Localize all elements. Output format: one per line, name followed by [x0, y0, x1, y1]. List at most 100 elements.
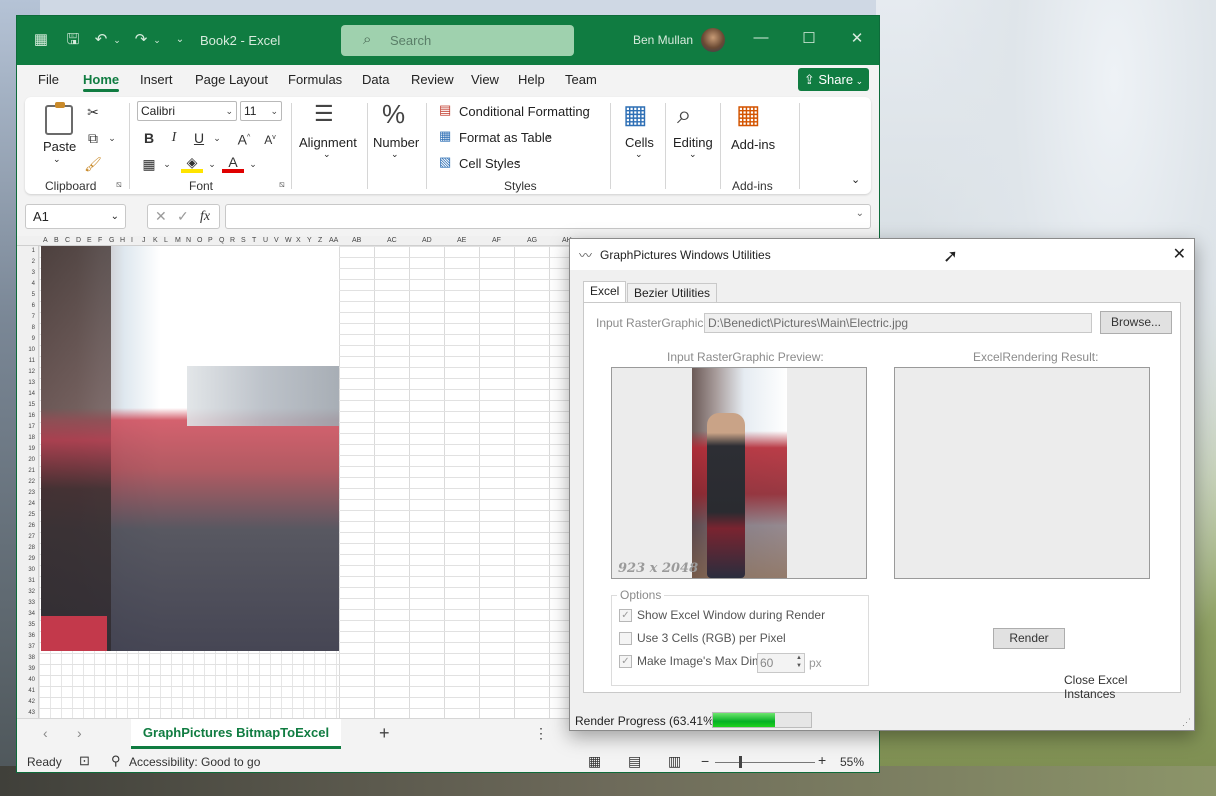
- row-header[interactable]: 30: [28, 567, 35, 573]
- expand-formula-icon[interactable]: ⌄: [856, 208, 864, 219]
- underline-dropdown-icon[interactable]: ⌄: [206, 127, 228, 149]
- row-header[interactable]: 9: [32, 336, 35, 342]
- page-break-view-icon[interactable]: ▥: [668, 753, 681, 770]
- cell-styles-dropdown-icon[interactable]: ⌄: [514, 155, 522, 166]
- row-header[interactable]: 10: [28, 347, 35, 353]
- column-header[interactable]: AA: [329, 237, 338, 244]
- macro-record-icon[interactable]: ⊡: [79, 753, 90, 769]
- normal-view-icon[interactable]: ▦: [588, 753, 601, 770]
- undo-dropdown-icon[interactable]: ⌄: [107, 30, 127, 50]
- column-header[interactable]: U: [263, 237, 268, 244]
- zoom-slider[interactable]: [715, 762, 815, 763]
- row-header[interactable]: 27: [28, 534, 35, 540]
- column-header[interactable]: M: [175, 237, 181, 244]
- max-dimension-checkbox[interactable]: ✓: [619, 655, 632, 668]
- show-window-checkbox[interactable]: ✓: [619, 609, 632, 622]
- column-header[interactable]: A: [43, 237, 48, 244]
- render-button[interactable]: Render: [993, 628, 1065, 649]
- tab-file[interactable]: File: [38, 72, 59, 87]
- column-header[interactable]: Z: [318, 237, 322, 244]
- alignment-dropdown-icon[interactable]: ⌄: [323, 149, 331, 160]
- sheet-tab[interactable]: GraphPictures BitmapToExcel: [131, 719, 341, 749]
- row-header[interactable]: 8: [32, 325, 35, 331]
- fill-color-icon[interactable]: ◈: [181, 153, 203, 173]
- row-header[interactable]: 35: [28, 622, 35, 628]
- tab-page-layout[interactable]: Page Layout: [195, 72, 268, 87]
- browse-button[interactable]: Browse...: [1100, 311, 1172, 334]
- redo-dropdown-icon[interactable]: ⌄: [147, 30, 167, 50]
- avatar[interactable]: [701, 28, 725, 52]
- column-header[interactable]: AB: [352, 237, 361, 244]
- maximize-icon[interactable]: ☐: [794, 29, 824, 47]
- next-sheet-icon[interactable]: ›: [77, 725, 82, 741]
- cells-button[interactable]: Cells: [625, 135, 654, 150]
- search-box[interactable]: ⌕ Search: [341, 25, 574, 56]
- number-button[interactable]: Number: [373, 135, 419, 150]
- row-header[interactable]: 17: [28, 424, 35, 430]
- column-header[interactable]: D: [76, 237, 81, 244]
- row-header[interactable]: 29: [28, 556, 35, 562]
- tab-view[interactable]: View: [471, 72, 499, 87]
- customize-qat-icon[interactable]: ⌄: [170, 30, 190, 50]
- cells-dropdown-icon[interactable]: ⌄: [635, 149, 643, 160]
- row-header[interactable]: 26: [28, 523, 35, 529]
- font-size-dropdown[interactable]: 11 ⌄: [240, 101, 282, 121]
- addins-button[interactable]: Add-ins: [731, 137, 775, 152]
- font-color-icon[interactable]: A: [222, 153, 244, 173]
- row-header[interactable]: 24: [28, 501, 35, 507]
- fill-color-dropdown-icon[interactable]: ⌄: [201, 153, 223, 175]
- borders-dropdown-icon[interactable]: ⌄: [156, 153, 178, 175]
- row-header[interactable]: 6: [32, 303, 35, 309]
- row-header[interactable]: 38: [28, 655, 35, 661]
- row-header[interactable]: 12: [28, 369, 35, 375]
- column-header[interactable]: AE: [457, 237, 466, 244]
- column-header[interactable]: O: [197, 237, 202, 244]
- column-header[interactable]: B: [54, 237, 59, 244]
- tab-team[interactable]: Team: [565, 72, 597, 87]
- alignment-button[interactable]: Alignment: [299, 135, 357, 150]
- row-header[interactable]: 40: [28, 677, 35, 683]
- column-header[interactable]: AG: [527, 237, 537, 244]
- font-name-dropdown[interactable]: Calibri ⌄: [137, 101, 237, 121]
- row-header[interactable]: 42: [28, 699, 35, 705]
- show-window-label[interactable]: Show Excel Window during Render: [637, 608, 825, 622]
- column-header[interactable]: C: [65, 237, 70, 244]
- row-header[interactable]: 36: [28, 633, 35, 639]
- stepper-arrows-icon[interactable]: ▲ ▼: [796, 654, 802, 670]
- row-header[interactable]: 22: [28, 479, 35, 485]
- column-header[interactable]: AF: [492, 237, 501, 244]
- tab-bezier-utilities[interactable]: Bezier Utilities: [627, 283, 718, 303]
- row-header[interactable]: 7: [32, 314, 35, 320]
- editing-dropdown-icon[interactable]: ⌄: [689, 149, 697, 160]
- copy-dropdown-icon[interactable]: ⌄: [101, 127, 123, 149]
- add-sheet-icon[interactable]: +: [379, 723, 390, 744]
- column-header[interactable]: E: [87, 237, 92, 244]
- paste-button[interactable]: Paste: [43, 139, 76, 154]
- row-header[interactable]: 14: [28, 391, 35, 397]
- input-path-field[interactable]: D:\Benedict\Pictures\Main\Electric.jpg: [704, 313, 1092, 333]
- conditional-formatting-button[interactable]: Conditional Formatting: [459, 104, 590, 119]
- page-layout-view-icon[interactable]: ▤: [628, 753, 641, 770]
- name-box[interactable]: A1 ⌄: [25, 204, 126, 229]
- column-header[interactable]: V: [274, 237, 279, 244]
- insert-function-icon[interactable]: fx: [200, 205, 210, 228]
- decrease-font-icon[interactable]: Av: [259, 127, 281, 149]
- row-header[interactable]: 19: [28, 446, 35, 452]
- clipboard-launcher-icon[interactable]: ⧅: [116, 179, 122, 190]
- dialog-close-icon[interactable]: ✕: [1173, 244, 1186, 264]
- row-header[interactable]: 16: [28, 413, 35, 419]
- row-header[interactable]: 25: [28, 512, 35, 518]
- editing-button[interactable]: Editing: [673, 135, 713, 150]
- column-header[interactable]: R: [230, 237, 235, 244]
- format-painter-icon[interactable]: 🖌: [82, 153, 104, 175]
- row-header[interactable]: 33: [28, 600, 35, 606]
- row-header[interactable]: 5: [32, 292, 35, 298]
- collapse-ribbon-icon[interactable]: ⌄: [851, 173, 860, 186]
- increase-font-icon[interactable]: A^: [233, 127, 255, 149]
- column-header[interactable]: X: [296, 237, 301, 244]
- row-header[interactable]: 31: [28, 578, 35, 584]
- alignment-icon[interactable]: ☰: [314, 101, 334, 127]
- cut-icon[interactable]: ✂: [82, 101, 104, 123]
- minimize-icon[interactable]: —: [746, 29, 776, 46]
- use-3-cells-checkbox[interactable]: [619, 632, 632, 645]
